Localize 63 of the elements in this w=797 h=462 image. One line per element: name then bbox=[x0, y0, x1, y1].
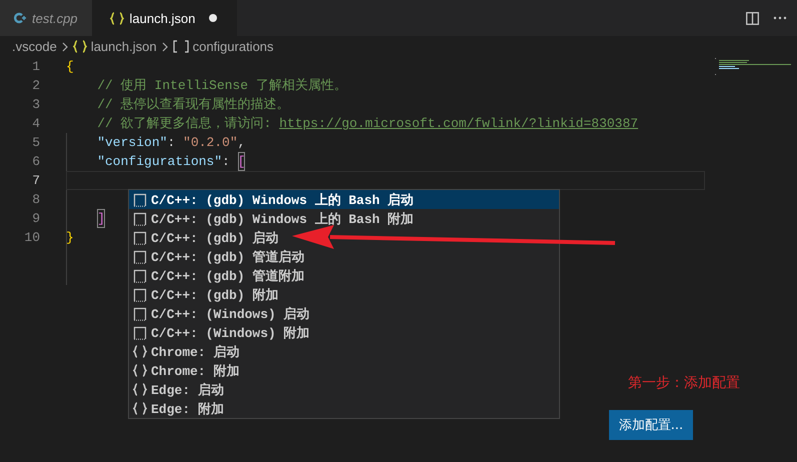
breadcrumb-item[interactable]: launch.json bbox=[90, 39, 157, 54]
suggestion-item[interactable]: C/C++: (gdb) Windows 上的 Bash 附加 bbox=[129, 209, 559, 228]
code-token: { bbox=[66, 58, 74, 76]
breadcrumb-item[interactable]: .vscode bbox=[12, 39, 57, 54]
code-token: : bbox=[222, 153, 231, 171]
line-number: 4 bbox=[31, 115, 41, 133]
code-token: "configurations" bbox=[96, 153, 222, 171]
editor-tab[interactable]: launch.json bbox=[92, 0, 238, 36]
braces-icon bbox=[133, 402, 147, 415]
line-number: 3 bbox=[31, 96, 41, 114]
braces-icon bbox=[110, 12, 124, 24]
snippet-icon bbox=[133, 250, 147, 264]
line-number: 10 bbox=[23, 229, 41, 247]
code-token: } bbox=[66, 229, 74, 247]
braces-icon bbox=[133, 345, 147, 358]
line-number: 1 bbox=[31, 58, 41, 76]
code-comment: // 欲了解更多信息，请访问: bbox=[96, 115, 272, 133]
code-comment: // 使用 IntelliSense 了解相关属性。 bbox=[96, 77, 347, 95]
annotation-text: 第一步：添加配置 bbox=[628, 374, 740, 392]
suggestion-item[interactable]: Edge: 附加 bbox=[129, 399, 559, 418]
line-number: 8 bbox=[31, 191, 41, 209]
snippet-icon bbox=[133, 212, 147, 226]
code-token: "0.2.0" bbox=[183, 134, 238, 152]
editor-tab[interactable]: test.cpp bbox=[0, 0, 92, 36]
snippet-icon bbox=[133, 230, 147, 244]
cpp-file-icon bbox=[14, 12, 26, 24]
snippet-icon bbox=[133, 288, 147, 302]
snippet-icon bbox=[133, 268, 147, 282]
brackets-icon bbox=[172, 40, 189, 53]
split-editor-icon[interactable] bbox=[746, 12, 759, 24]
suggestion-item[interactable]: Edge: 启动 bbox=[129, 380, 559, 399]
line-number: 5 bbox=[31, 134, 41, 152]
snippet-icon bbox=[133, 326, 147, 340]
line-number: 6 bbox=[31, 153, 41, 171]
braces-icon bbox=[72, 40, 87, 53]
suggestion-item[interactable]: C/C++: (gdb) 管道附加 bbox=[129, 266, 559, 285]
chevron-icon bbox=[160, 42, 169, 52]
code-token: : bbox=[167, 134, 176, 152]
line-number: 9 bbox=[31, 210, 41, 228]
code-link[interactable]: https://go.microsoft.com/fwlink/?linkid=830387 bbox=[279, 114, 638, 133]
chevron-icon bbox=[60, 42, 69, 52]
braces-icon bbox=[133, 383, 147, 396]
snippet-icon bbox=[133, 306, 147, 320]
line-number: 2 bbox=[31, 77, 41, 95]
line-number: 7 bbox=[31, 172, 41, 190]
suggestion-item[interactable]: C/C++: (gdb) 启动 bbox=[129, 228, 559, 247]
code-token: , bbox=[238, 134, 246, 152]
breadcrumb-item[interactable]: configurations bbox=[192, 39, 274, 54]
snippet-icon bbox=[133, 192, 147, 206]
suggestion-item[interactable]: Chrome: 启动 bbox=[129, 342, 559, 361]
suggestion-item[interactable]: C/C++: (gdb) 附加 bbox=[129, 285, 559, 304]
code-token: "version" bbox=[96, 134, 168, 152]
suggestion-item[interactable]: C/C++: (gdb) 管道启动 bbox=[129, 247, 559, 266]
code-comment: // 悬停以查看现有属性的描述。 bbox=[96, 96, 290, 114]
suggestion-item[interactable]: C/C++: (Windows) 启动 bbox=[129, 304, 559, 323]
add-configuration-button[interactable]: 添加配置... bbox=[609, 410, 693, 440]
more-icon[interactable] bbox=[773, 16, 787, 20]
code-token: [ bbox=[238, 152, 246, 171]
code-token: ] bbox=[97, 209, 106, 228]
suggestion-item[interactable]: C/C++: (Windows) 附加 bbox=[129, 323, 559, 342]
suggestion-item[interactable]: Chrome: 附加 bbox=[129, 361, 559, 380]
braces-icon bbox=[133, 364, 147, 377]
suggestion-item[interactable]: C/C++: (gdb) Windows 上的 Bash 启动 bbox=[129, 190, 559, 209]
